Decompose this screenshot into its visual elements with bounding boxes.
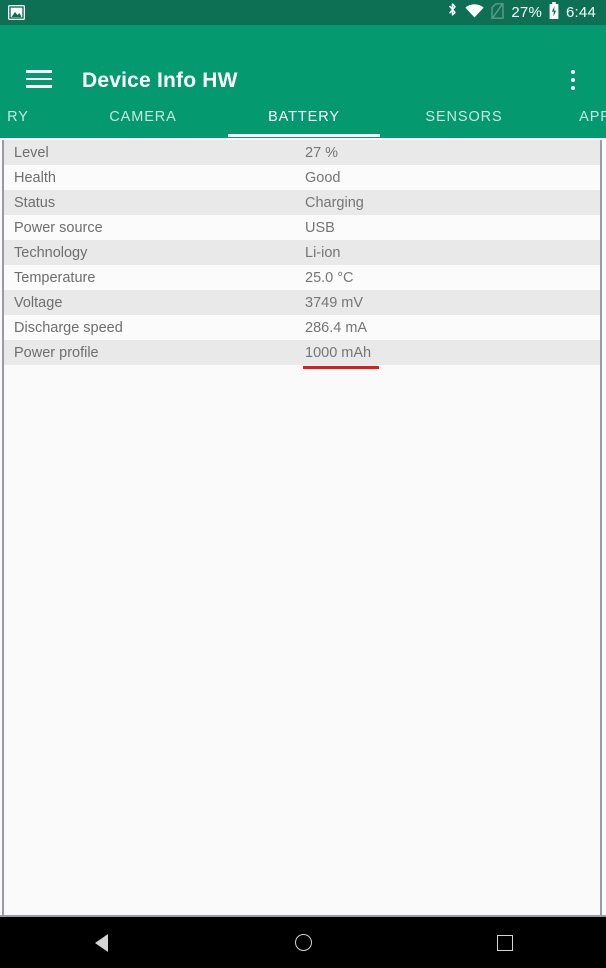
status-bar: 27% 6:44 bbox=[0, 0, 606, 25]
more-vertical-icon[interactable] bbox=[562, 70, 584, 92]
battery-info-panel: Level 27 % Health Good Status Charging Power s… bbox=[2, 140, 602, 915]
battery-charging-icon bbox=[549, 2, 559, 23]
row-label: Level bbox=[14, 144, 49, 161]
row-label: Power source bbox=[14, 219, 103, 236]
table-row[interactable]: Voltage 3749 mV bbox=[4, 290, 600, 315]
table-row[interactable]: Discharge speed 286.4 mA bbox=[4, 315, 600, 340]
table-row[interactable]: Technology Li-ion bbox=[4, 240, 600, 265]
nav-home-button[interactable] bbox=[263, 917, 343, 968]
screenshot-image-icon bbox=[8, 5, 25, 20]
page-title: Device Info HW bbox=[82, 69, 238, 92]
no-sim-icon bbox=[491, 2, 505, 23]
tab-bar: RY CAMERABATTERYSENSORS APP bbox=[0, 98, 606, 138]
row-value: Good bbox=[305, 169, 341, 186]
row-label: Status bbox=[14, 194, 56, 211]
row-label: Voltage bbox=[14, 294, 63, 311]
table-row[interactable]: Level 27 % bbox=[4, 140, 600, 165]
row-label: Temperature bbox=[14, 269, 96, 286]
table-row[interactable]: Health Good bbox=[4, 165, 600, 190]
back-triangle-icon bbox=[94, 933, 108, 952]
android-screen: 27% 6:44 Device Info HW RY CAMERA BATTERY S… bbox=[0, 0, 606, 968]
tab-selected-indicator bbox=[228, 134, 380, 137]
row-value: USB bbox=[305, 219, 335, 236]
battery-info-list: Level 27 % Health Good Status Charging Power s… bbox=[4, 140, 600, 369]
home-circle-icon bbox=[294, 934, 312, 951]
status-bar-notifications bbox=[8, 5, 25, 20]
row-value: 3749 mV bbox=[305, 294, 364, 311]
row-value: Li-ion bbox=[305, 244, 341, 261]
tab-battery[interactable]: BATTERY bbox=[226, 98, 382, 138]
table-row[interactable]: Temperature 25.0 °C bbox=[4, 265, 600, 290]
red-underline-annotation bbox=[303, 366, 379, 369]
row-value: 27 % bbox=[305, 144, 339, 161]
bluetooth-icon bbox=[447, 2, 458, 23]
nav-recents-button[interactable] bbox=[465, 917, 545, 968]
tab-apps[interactable]: APP bbox=[560, 98, 606, 138]
row-value: 1000 mAh bbox=[305, 344, 372, 361]
row-label: Power profile bbox=[14, 344, 99, 361]
wifi-icon bbox=[465, 3, 484, 22]
app-bar: Device Info HW bbox=[0, 25, 606, 98]
row-value: 286.4 mA bbox=[305, 319, 368, 336]
system-navigation-bar bbox=[0, 917, 606, 968]
row-label: Health bbox=[14, 169, 56, 186]
status-bar-indicators: 27% 6:44 bbox=[447, 2, 596, 23]
tab-camera[interactable]: CAMERA bbox=[62, 98, 224, 138]
row-value: 25.0 °C bbox=[305, 269, 354, 286]
tab-sensors[interactable]: SENSORS bbox=[386, 98, 542, 138]
table-row[interactable]: Status Charging bbox=[4, 190, 600, 215]
row-label: Technology bbox=[14, 244, 88, 261]
status-bar-clock: 6:44 bbox=[566, 4, 596, 21]
recents-square-icon bbox=[497, 934, 513, 951]
table-row[interactable]: Power profile 1000 mAh bbox=[4, 340, 600, 369]
hamburger-menu-icon[interactable] bbox=[26, 69, 52, 89]
table-row[interactable]: Power source USB bbox=[4, 215, 600, 240]
nav-back-button[interactable] bbox=[61, 917, 141, 968]
row-label: Discharge speed bbox=[14, 319, 123, 336]
row-value: Charging bbox=[305, 194, 364, 211]
tab-memory[interactable]: RY bbox=[0, 98, 48, 138]
battery-percent-label: 27% bbox=[511, 4, 542, 21]
